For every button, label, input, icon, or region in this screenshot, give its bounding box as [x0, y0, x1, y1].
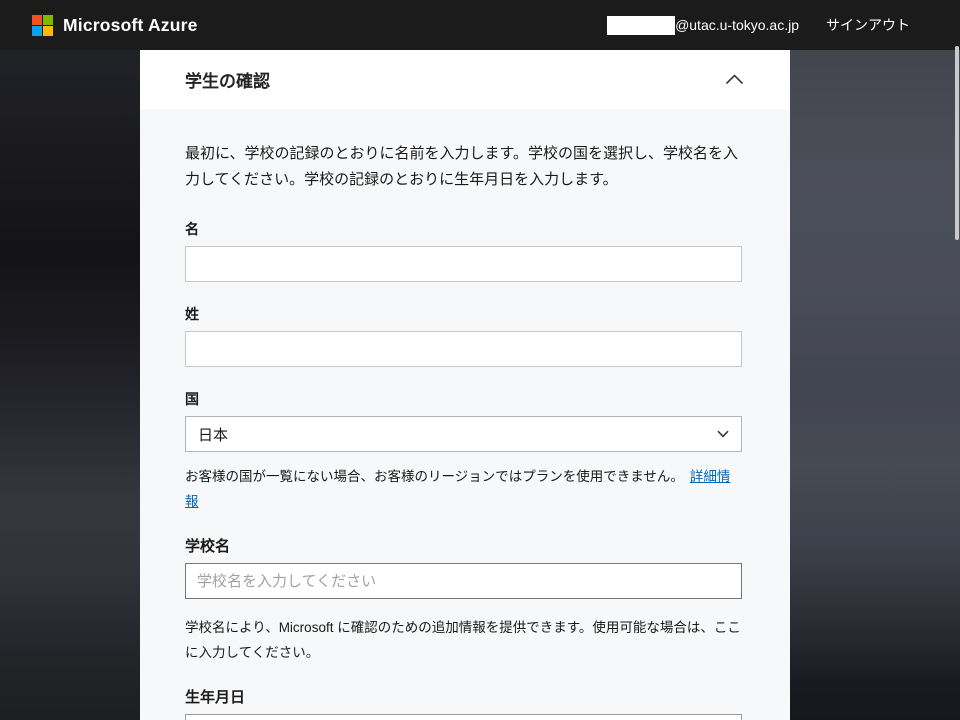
panel-header: 学生の確認 [140, 50, 790, 109]
chevron-up-icon [725, 74, 744, 85]
redacted-username [607, 16, 675, 35]
panel-title: 学生の確認 [185, 67, 270, 92]
school-name-label: 学校名 [185, 536, 742, 557]
collapse-button[interactable] [721, 70, 748, 89]
first-name-field-group: 名 [185, 219, 742, 282]
country-field-group: 国 日本 お客様の国が一覧にない場合、お客様のリージョンではプランを使用できませ… [185, 389, 742, 514]
last-name-input[interactable] [185, 331, 742, 367]
first-name-input[interactable] [185, 246, 742, 282]
school-name-input[interactable] [185, 563, 742, 599]
birthdate-label: 生年月日 [185, 687, 742, 708]
scrollbar[interactable] [954, 0, 960, 720]
intro-text: 最初に、学校の記録のとおりに名前を入力します。学校の国を選択し、学校名を入力して… [185, 141, 742, 193]
background-photo-left [0, 50, 140, 720]
birthdate-input-box [185, 714, 742, 720]
chevron-down-icon [717, 430, 729, 438]
country-select[interactable]: 日本 [185, 416, 742, 452]
student-verification-panel: 学生の確認 最初に、学校の記録のとおりに名前を入力します。学校の国を選択し、学校… [140, 50, 790, 720]
signout-button[interactable]: サインアウト [826, 15, 910, 35]
microsoft-logo-icon [32, 15, 53, 36]
account-area: @utac.u-tokyo.ac.jp サインアウト [607, 15, 910, 35]
school-help-text: 学校名により、Microsoft に確認のための追加情報を提供できます。使用可能… [185, 615, 742, 665]
first-name-label: 名 [185, 219, 742, 239]
background-photo-right [790, 50, 960, 720]
country-selected-value: 日本 [198, 424, 228, 445]
school-field-group: 学校名 学校名により、Microsoft に確認のための追加情報を提供できます。… [185, 536, 742, 665]
account-email-domain: @utac.u-tokyo.ac.jp [675, 17, 799, 33]
birthdate-field-group: 生年月日 [185, 687, 742, 720]
brand: Microsoft Azure [32, 15, 198, 36]
country-label: 国 [185, 389, 742, 409]
brand-name: Microsoft Azure [63, 15, 198, 36]
last-name-field-group: 姓 [185, 304, 742, 367]
scrollbar-thumb[interactable] [955, 46, 959, 240]
panel-body: 最初に、学校の記録のとおりに名前を入力します。学校の国を選択し、学校名を入力して… [140, 109, 790, 720]
topbar: Microsoft Azure @utac.u-tokyo.ac.jp サインア… [0, 0, 960, 50]
country-help: お客様の国が一覧にない場合、お客様のリージョンではプランを使用できません。詳細情… [185, 464, 742, 514]
country-help-text: お客様の国が一覧にない場合、お客様のリージョンではプランを使用できません。 [185, 469, 684, 484]
last-name-label: 姓 [185, 304, 742, 324]
